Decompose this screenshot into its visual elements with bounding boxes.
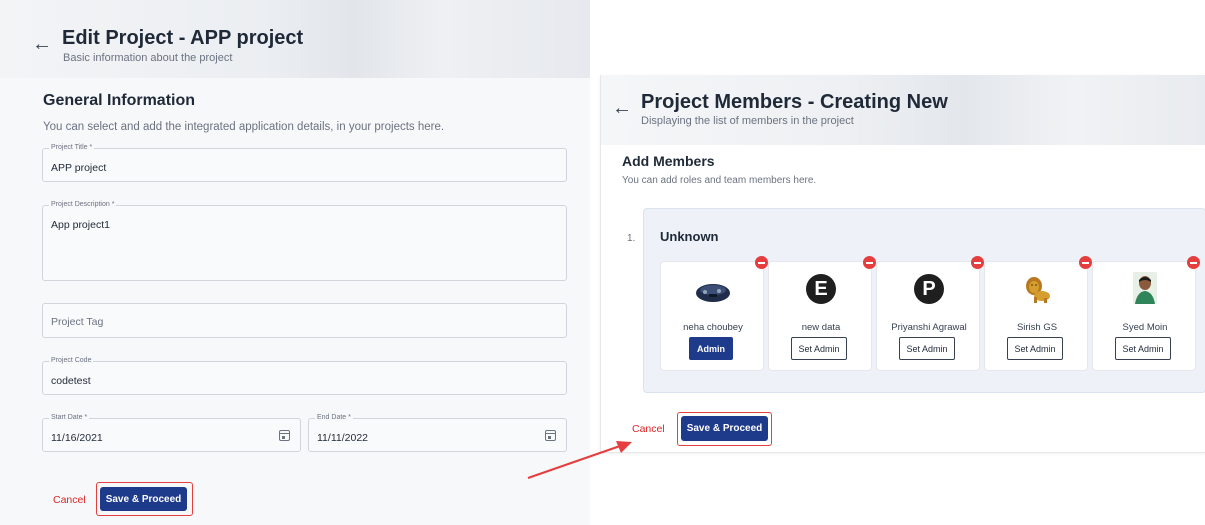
project-title-field[interactable]: Project Title * APP project — [42, 144, 567, 182]
section-title: Add Members — [622, 153, 715, 169]
end-date-label: End Date * — [315, 414, 353, 421]
back-arrow-icon[interactable]: ← — [32, 34, 52, 54]
remove-member-icon[interactable] — [755, 256, 768, 269]
project-title-value: APP project — [51, 162, 107, 174]
members-group-box: 1. Unknown neha choubey Admin E new data… — [627, 208, 1205, 393]
avatar-photo-icon — [695, 278, 731, 304]
member-card: E new data Set Admin — [768, 256, 876, 371]
page-title: Edit Project - APP project — [62, 27, 304, 49]
avatar: P — [914, 274, 944, 304]
row-index: 1. — [627, 233, 636, 244]
start-date-label: Start Date * — [49, 414, 90, 421]
remove-member-icon[interactable] — [1187, 256, 1200, 269]
remove-member-icon[interactable] — [863, 256, 876, 269]
section-title: General Information — [43, 92, 196, 109]
page-subtitle: Basic information about the project — [63, 52, 233, 64]
member-name: Syed Moin — [1122, 322, 1168, 333]
member-name: Priyanshi Agrawal — [891, 322, 967, 333]
end-date-value: 11/11/2022 — [317, 432, 368, 444]
project-description-field[interactable]: Project Description * App project1 — [42, 201, 567, 281]
member-card: Syed Moin Set Admin — [1092, 256, 1200, 371]
admin-role-button[interactable]: Admin — [689, 337, 733, 360]
project-title-label: Project Title * — [49, 144, 95, 151]
group-name: Unknown — [660, 229, 719, 244]
save-proceed-button[interactable]: Save & Proceed — [100, 487, 187, 511]
start-date-field[interactable]: Start Date * 11/16/2021 — [42, 414, 301, 452]
member-name: Sirish GS — [1016, 322, 1058, 333]
project-code-field[interactable]: Project Code codetest — [42, 357, 567, 395]
member-card: Sirish GS Set Admin — [984, 256, 1092, 371]
member-card: neha choubey Admin — [660, 256, 768, 371]
set-admin-button[interactable]: Set Admin — [899, 337, 955, 360]
avatar: E — [806, 274, 836, 304]
project-code-value: codetest — [51, 375, 91, 387]
set-admin-button[interactable]: Set Admin — [1115, 337, 1171, 360]
screenshot-stage: ← Edit Project - APP project Basic infor… — [0, 0, 1205, 525]
start-date-value: 11/16/2021 — [51, 432, 103, 444]
member-name: neha choubey — [683, 322, 743, 333]
red-arrow-annotation — [527, 441, 632, 479]
save-proceed-button[interactable]: Save & Proceed — [681, 416, 768, 441]
avatar-photo-icon — [1133, 272, 1157, 304]
project-members-panel: ← Project Members - Creating New Display… — [600, 75, 1205, 453]
project-description-label: Project Description * — [49, 201, 117, 208]
project-tag-field[interactable]: Project Tag — [42, 303, 567, 338]
set-admin-button[interactable]: Set Admin — [791, 337, 847, 360]
project-code-label: Project Code — [49, 357, 94, 364]
section-description: You can add roles and team members here. — [622, 175, 817, 186]
remove-member-icon[interactable] — [971, 256, 984, 269]
member-name: new data — [801, 322, 841, 333]
avatar — [1022, 274, 1052, 304]
set-admin-button[interactable]: Set Admin — [1007, 337, 1063, 360]
calendar-icon[interactable] — [279, 430, 290, 441]
edit-project-panel: ← Edit Project - APP project Basic infor… — [0, 0, 590, 525]
avatar — [695, 278, 731, 304]
project-description-value: App project1 — [51, 219, 110, 231]
cancel-button[interactable]: Cancel — [53, 494, 86, 506]
lion-icon — [1026, 277, 1050, 303]
page-title: Project Members - Creating New — [641, 91, 948, 113]
section-description: You can select and add the integrated ap… — [43, 121, 445, 133]
avatar — [1133, 272, 1157, 304]
back-arrow-icon[interactable]: ← — [612, 98, 632, 118]
remove-member-icon[interactable] — [1079, 256, 1092, 269]
page-subtitle: Displaying the list of members in the pr… — [641, 115, 854, 127]
member-card: P Priyanshi Agrawal Set Admin — [876, 256, 984, 371]
project-tag-placeholder: Project Tag — [51, 316, 104, 328]
